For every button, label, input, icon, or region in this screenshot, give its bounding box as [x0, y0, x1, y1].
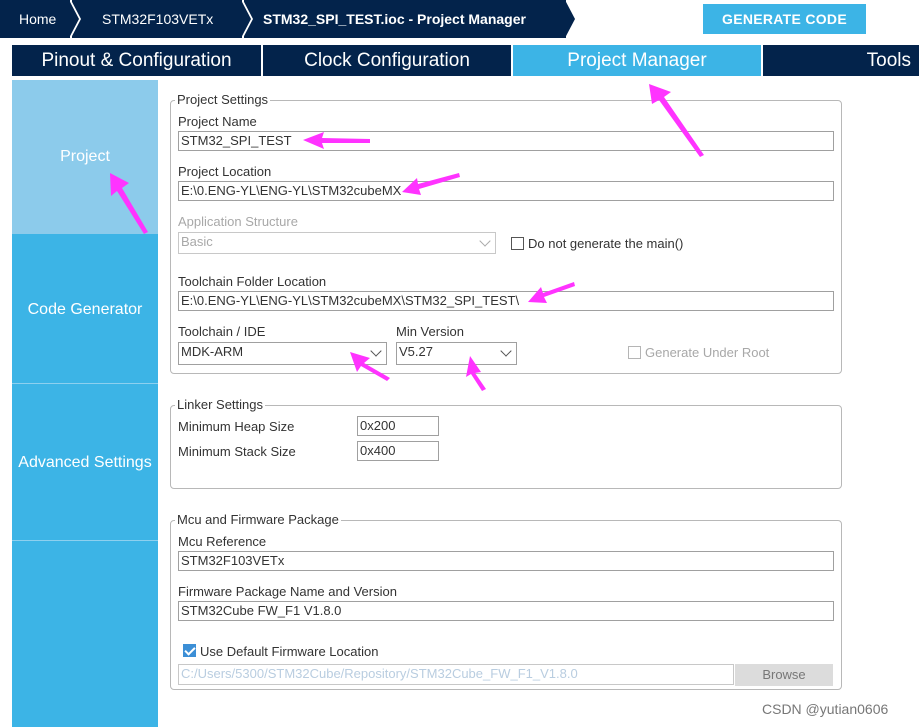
browse-button[interactable]: Browse [735, 664, 833, 686]
mcu-reference-label: Mcu Reference [178, 534, 267, 549]
heap-size-label: Minimum Heap Size [178, 419, 295, 434]
toolchain-folder-field[interactable]: E:\0.ENG-YL\ENG-YL\STM32cubeMX\STM32_SPI… [178, 291, 834, 311]
toolchain-ide-select[interactable]: MDK-ARM [178, 342, 387, 365]
toolchain-ide-label: Toolchain / IDE [178, 324, 266, 339]
project-name-label: Project Name [178, 114, 257, 129]
firmware-location-field[interactable]: C:/Users/5300/STM32Cube/Repository/STM32… [178, 664, 734, 685]
tab-project-manager[interactable]: Project Manager [513, 45, 761, 76]
mcu-firmware-title: Mcu and Firmware Package [175, 512, 341, 527]
chevron-down-icon [500, 345, 512, 357]
stack-size-label: Minimum Stack Size [178, 444, 296, 459]
watermark: CSDN @yutian0606 [762, 701, 889, 717]
sidebar: Project Code Generator Advanced Settings [12, 80, 158, 727]
app-structure-label: Application Structure [178, 214, 298, 229]
breadcrumb: Home STM32F103VETx STM32_SPI_TEST.ioc - … [0, 0, 919, 38]
chevron-down-icon [479, 235, 491, 247]
tab-pinout-configuration[interactable]: Pinout & Configuration [12, 45, 261, 76]
stack-size-field[interactable]: 0x400 [357, 441, 439, 461]
project-location-field[interactable]: E:\0.ENG-YL\ENG-YL\STM32cubeMX [178, 181, 834, 201]
breadcrumb-mcu[interactable]: STM32F103VETx [72, 0, 253, 38]
min-version-label: Min Version [396, 324, 464, 339]
tab-tools[interactable]: Tools [763, 45, 919, 76]
app-structure-value: Basic [181, 234, 213, 249]
linker-settings-title: Linker Settings [175, 397, 265, 412]
min-version-value: V5.27 [399, 344, 433, 359]
firmware-package-field[interactable]: STM32Cube FW_F1 V1.8.0 [178, 601, 834, 621]
heap-size-field[interactable]: 0x200 [357, 416, 439, 436]
main-tabs: Pinout & Configuration Clock Configurati… [12, 45, 919, 76]
min-version-select[interactable]: V5.27 [396, 342, 517, 365]
no-main-checkbox[interactable] [511, 237, 524, 250]
project-settings-title: Project Settings [175, 92, 271, 107]
toolchain-ide-value: MDK-ARM [181, 344, 244, 359]
project-location-label: Project Location [178, 164, 272, 179]
no-main-label: Do not generate the main() [528, 236, 684, 251]
generate-under-root-checkbox[interactable] [628, 346, 641, 359]
mcu-reference-field[interactable]: STM32F103VETx [178, 551, 834, 571]
breadcrumb-file-label: STM32_SPI_TEST.ioc - Project Manager [263, 11, 526, 27]
breadcrumb-file[interactable]: STM32_SPI_TEST.ioc - Project Manager [244, 0, 577, 38]
chevron-down-icon [370, 345, 382, 357]
use-default-firmware-checkbox[interactable] [183, 644, 196, 657]
firmware-package-label: Firmware Package Name and Version [178, 584, 397, 599]
breadcrumb-mcu-label: STM32F103VETx [102, 11, 214, 27]
toolchain-folder-label: Toolchain Folder Location [178, 274, 327, 289]
breadcrumb-home-label: Home [19, 11, 57, 27]
breadcrumb-home[interactable]: Home [0, 0, 81, 38]
app-structure-select[interactable]: Basic [178, 232, 496, 254]
project-name-field[interactable]: STM32_SPI_TEST [178, 131, 834, 151]
sidebar-item-project[interactable]: Project [12, 80, 158, 234]
generate-under-root-label: Generate Under Root [645, 345, 770, 360]
tab-clock-configuration[interactable]: Clock Configuration [263, 45, 511, 76]
sidebar-item-code-generator[interactable]: Code Generator [12, 235, 158, 384]
use-default-firmware-label: Use Default Firmware Location [200, 644, 379, 659]
generate-code-button[interactable]: GENERATE CODE [703, 4, 866, 34]
sidebar-item-advanced-settings[interactable]: Advanced Settings [12, 385, 158, 541]
